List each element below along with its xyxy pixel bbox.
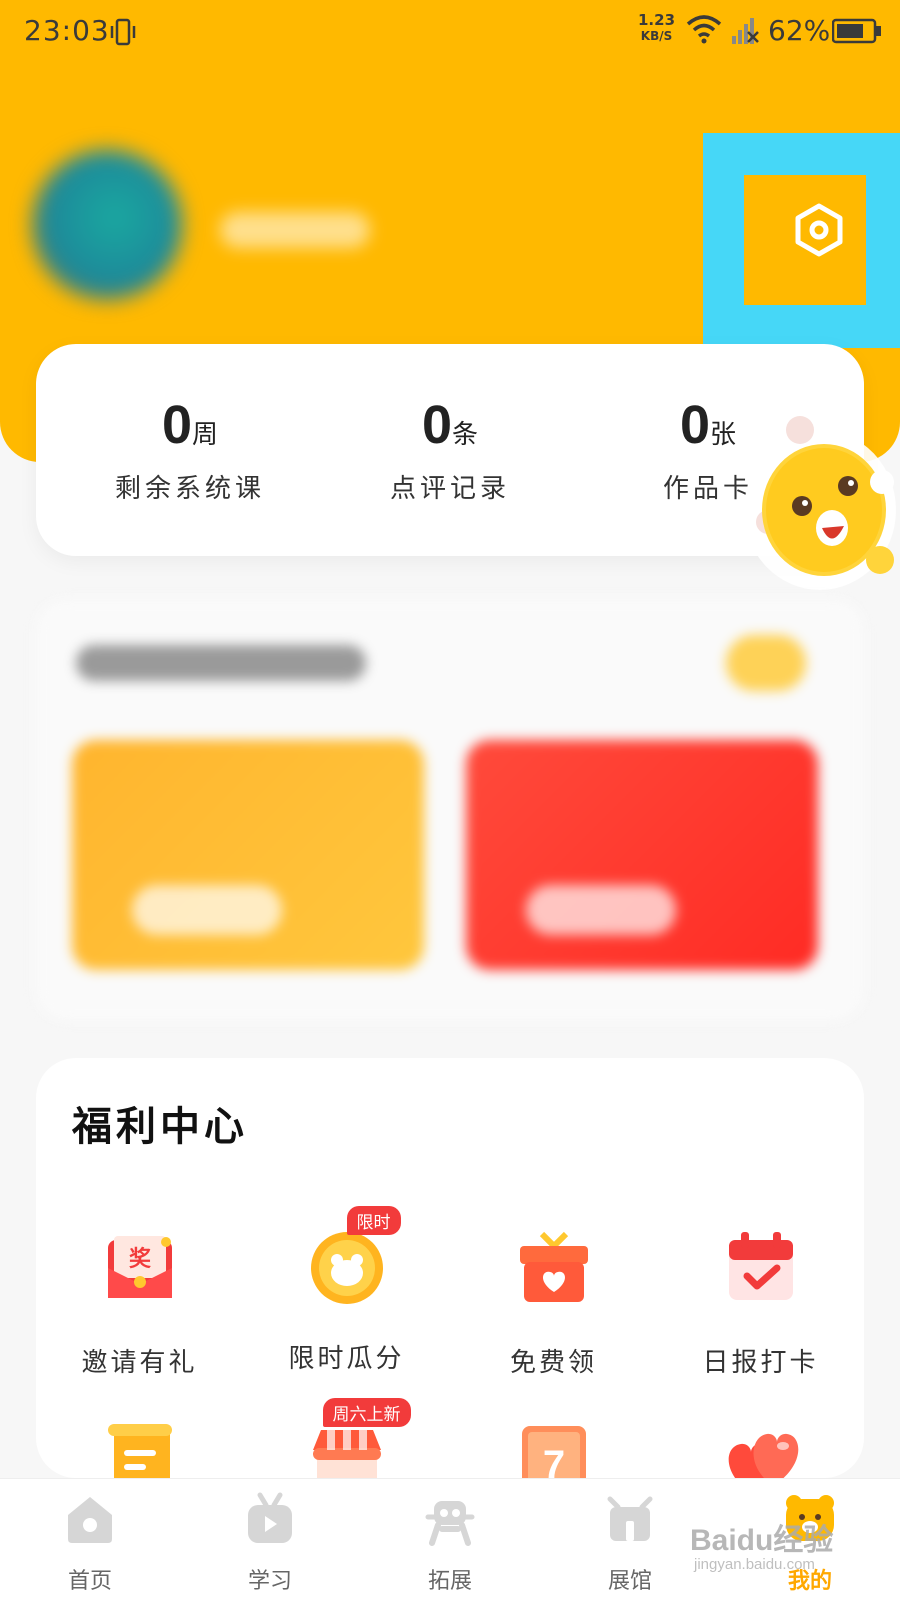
watermark: Baidu经验 bbox=[690, 1524, 834, 1557]
wifi-icon bbox=[686, 15, 722, 44]
username[interactable] bbox=[220, 212, 370, 248]
stat-value: 0 bbox=[679, 395, 711, 455]
nav-label: 首页 bbox=[67, 1569, 112, 1594]
welfare-item-label: 日报打卡 bbox=[702, 1348, 819, 1378]
watermark-sub: jingyan.baidu.com bbox=[694, 1556, 815, 1573]
welfare-item-free-claim[interactable]: 免费领 bbox=[450, 1228, 657, 1379]
welfare-item-label: 邀请有礼 bbox=[81, 1348, 198, 1378]
welfare-item-label: 免费领 bbox=[509, 1348, 597, 1378]
nav-label: 学习 bbox=[247, 1569, 292, 1594]
gallery-icon bbox=[607, 1496, 653, 1541]
promo-card-button[interactable] bbox=[132, 885, 282, 935]
stat-value: 0 bbox=[421, 395, 453, 455]
saturday-new-badge: 周六上新 bbox=[322, 1398, 411, 1427]
nav-expand[interactable]: 拓展 bbox=[360, 1491, 540, 1595]
nav-label: 拓展 bbox=[427, 1569, 472, 1594]
stat-review-records[interactable]: 0条 点评记录 bbox=[330, 394, 570, 505]
stat-label: 剩余系统课 bbox=[114, 474, 265, 504]
tv-play-icon bbox=[248, 1492, 292, 1543]
welfare-center: 福利中心 奖 邀请有礼 限时 限时瓜分 免费领 日报打卡 周六上新 7 bbox=[36, 1058, 864, 1478]
mascot-bear-icon[interactable] bbox=[740, 410, 900, 600]
signal-icon bbox=[732, 18, 759, 44]
battery-percent: 62% bbox=[768, 14, 831, 47]
vibrate-icon bbox=[110, 18, 136, 46]
nav-study[interactable]: 学习 bbox=[180, 1491, 360, 1595]
scroll-icon bbox=[107, 1424, 172, 1478]
promo-card-button[interactable] bbox=[526, 885, 676, 935]
red-envelope-icon: 奖 bbox=[107, 1236, 172, 1298]
promo-section-blurred bbox=[36, 600, 864, 1020]
stat-unit: 周 bbox=[192, 420, 219, 450]
hearts-icon bbox=[728, 1433, 798, 1478]
gift-box-icon bbox=[519, 1231, 588, 1302]
promo-title-blurred bbox=[76, 645, 366, 681]
welfare-item-daily-checkin[interactable]: 日报打卡 bbox=[657, 1228, 864, 1379]
avatar[interactable] bbox=[32, 150, 182, 300]
promo-more-blurred[interactable] bbox=[726, 635, 806, 691]
stat-remaining-courses[interactable]: 0周 剩余系统课 bbox=[70, 394, 310, 505]
welfare-item-shop[interactable]: 周六上新 bbox=[243, 1398, 450, 1478]
status-time: 23:03 bbox=[24, 14, 110, 47]
welfare-item-scroll[interactable] bbox=[36, 1420, 243, 1478]
calendar-check-icon bbox=[728, 1232, 793, 1300]
svg-text:奖: 奖 bbox=[128, 1246, 151, 1272]
welfare-item-label: 限时瓜分 bbox=[288, 1344, 405, 1374]
net-speed: 1.23 KB/S bbox=[638, 12, 675, 44]
stat-unit: 条 bbox=[452, 420, 479, 450]
seven-day-calendar-icon: 7 bbox=[521, 1426, 586, 1478]
promo-card-orange[interactable] bbox=[72, 740, 424, 970]
net-speed-value: 1.23 bbox=[638, 11, 676, 29]
settings-hexagon-icon bbox=[795, 203, 843, 257]
home-icon bbox=[68, 1497, 112, 1543]
nav-label: 展馆 bbox=[607, 1569, 652, 1594]
welfare-title: 福利中心 bbox=[72, 1103, 248, 1150]
welfare-item-hearts[interactable] bbox=[657, 1420, 864, 1478]
settings-button[interactable] bbox=[744, 175, 866, 305]
net-speed-unit: KB/S bbox=[640, 29, 673, 43]
welfare-item-invite[interactable]: 奖 邀请有礼 bbox=[36, 1228, 243, 1379]
stat-unit: 张 bbox=[710, 420, 737, 450]
welfare-item-seven-day[interactable]: 7 bbox=[450, 1420, 657, 1478]
svg-text:7: 7 bbox=[542, 1443, 564, 1478]
stat-value: 0 bbox=[161, 395, 193, 455]
status-bar: 23:03 1.23 KB/S 62% bbox=[0, 0, 900, 64]
gold-coin-icon bbox=[310, 1232, 383, 1304]
limited-time-badge: 限时 bbox=[346, 1206, 401, 1235]
battery-icon bbox=[832, 18, 881, 44]
nav-home[interactable]: 首页 bbox=[0, 1491, 180, 1595]
robot-icon bbox=[425, 1501, 475, 1546]
welfare-item-limited-split[interactable]: 限时 限时瓜分 bbox=[243, 1206, 450, 1375]
stat-label: 点评记录 bbox=[389, 474, 510, 504]
promo-card-red[interactable] bbox=[466, 740, 818, 970]
shop-icon bbox=[312, 1430, 381, 1478]
